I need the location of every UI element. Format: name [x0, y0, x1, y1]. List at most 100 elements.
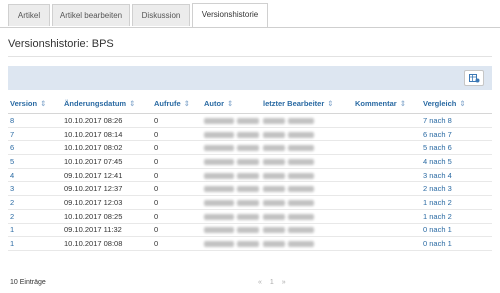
views-cell: 0: [152, 168, 202, 183]
redacted-name: [263, 172, 285, 179]
sort-icon: ⇕: [459, 98, 466, 108]
col-version[interactable]: Version ⇕: [8, 93, 62, 114]
redacted-name: [263, 145, 285, 152]
redacted-name: [204, 186, 234, 193]
table-row: 4 09.10.2017 12:41 0 3 nach 4: [8, 168, 492, 183]
redacted-name: [237, 213, 259, 220]
comment-cell: [353, 140, 421, 156]
table-row: 1 10.10.2017 08:08 0 0 nach 1: [8, 236, 492, 251]
date-cell: 09.10.2017 11:32: [62, 223, 152, 238]
tab-artikel-bearbeiten[interactable]: Artikel bearbeiten: [52, 4, 130, 26]
table-row: 2 10.10.2017 08:25 0 1 nach 2: [8, 209, 492, 224]
version-link[interactable]: 4: [8, 168, 62, 183]
date-cell: 09.10.2017 12:37: [62, 181, 152, 197]
pager-next[interactable]: »: [282, 279, 286, 286]
table-row: 3 09.10.2017 12:37 0 2 nach 3: [8, 181, 492, 197]
comment-cell: [353, 168, 421, 183]
compare-link[interactable]: 2 nach 3: [421, 181, 492, 197]
version-link[interactable]: 6: [8, 140, 62, 156]
redacted-name: [263, 241, 285, 248]
compare-link[interactable]: 1 nach 2: [421, 209, 492, 224]
compare-link[interactable]: 1 nach 2: [421, 195, 492, 210]
redacted-name: [237, 241, 259, 248]
compare-link[interactable]: 5 nach 6: [421, 140, 492, 156]
compare-link[interactable]: 0 nach 1: [421, 236, 492, 251]
last-editor-cell: [261, 223, 353, 238]
version-link[interactable]: 5: [8, 154, 62, 169]
pager-prev[interactable]: «: [258, 279, 262, 286]
table-row: 7 10.10.2017 08:14 0 6 nach 7: [8, 127, 492, 142]
author-cell: [202, 236, 261, 251]
sort-icon: ⇕: [183, 98, 190, 108]
redacted-name: [237, 186, 259, 193]
version-link[interactable]: 7: [8, 127, 62, 142]
tab-artikel[interactable]: Artikel: [8, 4, 50, 26]
author-cell: [202, 140, 261, 156]
version-link[interactable]: 2: [8, 195, 62, 210]
comment-cell: [353, 154, 421, 169]
tab-versionshistorie[interactable]: Versionshistorie: [192, 3, 268, 27]
col-compare[interactable]: Vergleich ⇕: [421, 93, 492, 114]
redacted-name: [263, 213, 285, 220]
table-toolbar: [8, 66, 492, 90]
date-cell: 10.10.2017 08:25: [62, 209, 152, 224]
redacted-name: [288, 131, 314, 138]
comment-cell: [353, 181, 421, 197]
redacted-name: [237, 172, 259, 179]
version-link[interactable]: 8: [8, 113, 62, 128]
redacted-name: [237, 117, 259, 124]
redacted-name: [204, 172, 234, 179]
export-button[interactable]: [464, 70, 484, 86]
views-cell: 0: [152, 154, 202, 169]
version-link[interactable]: 1: [8, 236, 62, 251]
page-title: Versionshistorie: BPS: [8, 38, 114, 50]
version-link[interactable]: 2: [8, 209, 62, 224]
version-link[interactable]: 3: [8, 181, 62, 197]
redacted-name: [288, 213, 314, 220]
last-editor-cell: [261, 195, 353, 210]
compare-link[interactable]: 3 nach 4: [421, 168, 492, 183]
col-author[interactable]: Autor ⇕: [202, 93, 261, 114]
redacted-name: [204, 213, 234, 220]
tab-bar: Artikel Artikel bearbeiten Diskussion Ve…: [0, 0, 500, 28]
sort-icon: ⇕: [227, 98, 234, 108]
col-last-editor[interactable]: letzter Bearbeiter ⇕: [261, 93, 353, 114]
redacted-name: [237, 227, 259, 234]
redacted-name: [288, 158, 314, 165]
views-cell: 0: [152, 223, 202, 238]
pager-page[interactable]: 1: [270, 279, 274, 286]
views-cell: 0: [152, 127, 202, 142]
compare-link[interactable]: 7 nach 8: [421, 113, 492, 128]
table-header-row: Version ⇕ Änderungsdatum ⇕ Aufrufe ⇕ Autor ⇕…: [8, 93, 492, 114]
comment-cell: [353, 209, 421, 224]
pagination: « 1 »: [255, 279, 289, 286]
version-table: Version ⇕ Änderungsdatum ⇕ Aufrufe ⇕ Autor ⇕…: [8, 93, 492, 251]
col-comment[interactable]: Kommentar ⇕: [353, 93, 421, 114]
views-cell: 0: [152, 209, 202, 224]
redacted-name: [204, 158, 234, 165]
date-cell: 09.10.2017 12:03: [62, 195, 152, 210]
redacted-name: [204, 117, 234, 124]
author-cell: [202, 181, 261, 197]
redacted-name: [263, 186, 285, 193]
col-date[interactable]: Änderungsdatum ⇕: [62, 93, 152, 114]
redacted-name: [263, 117, 285, 124]
sort-icon: ⇕: [399, 98, 406, 108]
table-row: 8 10.10.2017 08:26 0 7 nach 8: [8, 113, 492, 128]
date-cell: 10.10.2017 08:14: [62, 127, 152, 142]
version-link[interactable]: 1: [8, 223, 62, 238]
compare-link[interactable]: 0 nach 1: [421, 223, 492, 238]
compare-link[interactable]: 6 nach 7: [421, 127, 492, 142]
redacted-name: [263, 158, 285, 165]
date-cell: 10.10.2017 08:26: [62, 113, 152, 128]
tab-diskussion[interactable]: Diskussion: [132, 4, 190, 26]
last-editor-cell: [261, 209, 353, 224]
last-editor-cell: [261, 127, 353, 142]
col-views[interactable]: Aufrufe ⇕: [152, 93, 202, 114]
last-editor-cell: [261, 168, 353, 183]
compare-link[interactable]: 4 nach 5: [421, 154, 492, 169]
date-cell: 09.10.2017 12:41: [62, 168, 152, 183]
author-cell: [202, 127, 261, 142]
redacted-name: [288, 172, 314, 179]
sort-icon: ⇕: [327, 98, 334, 108]
